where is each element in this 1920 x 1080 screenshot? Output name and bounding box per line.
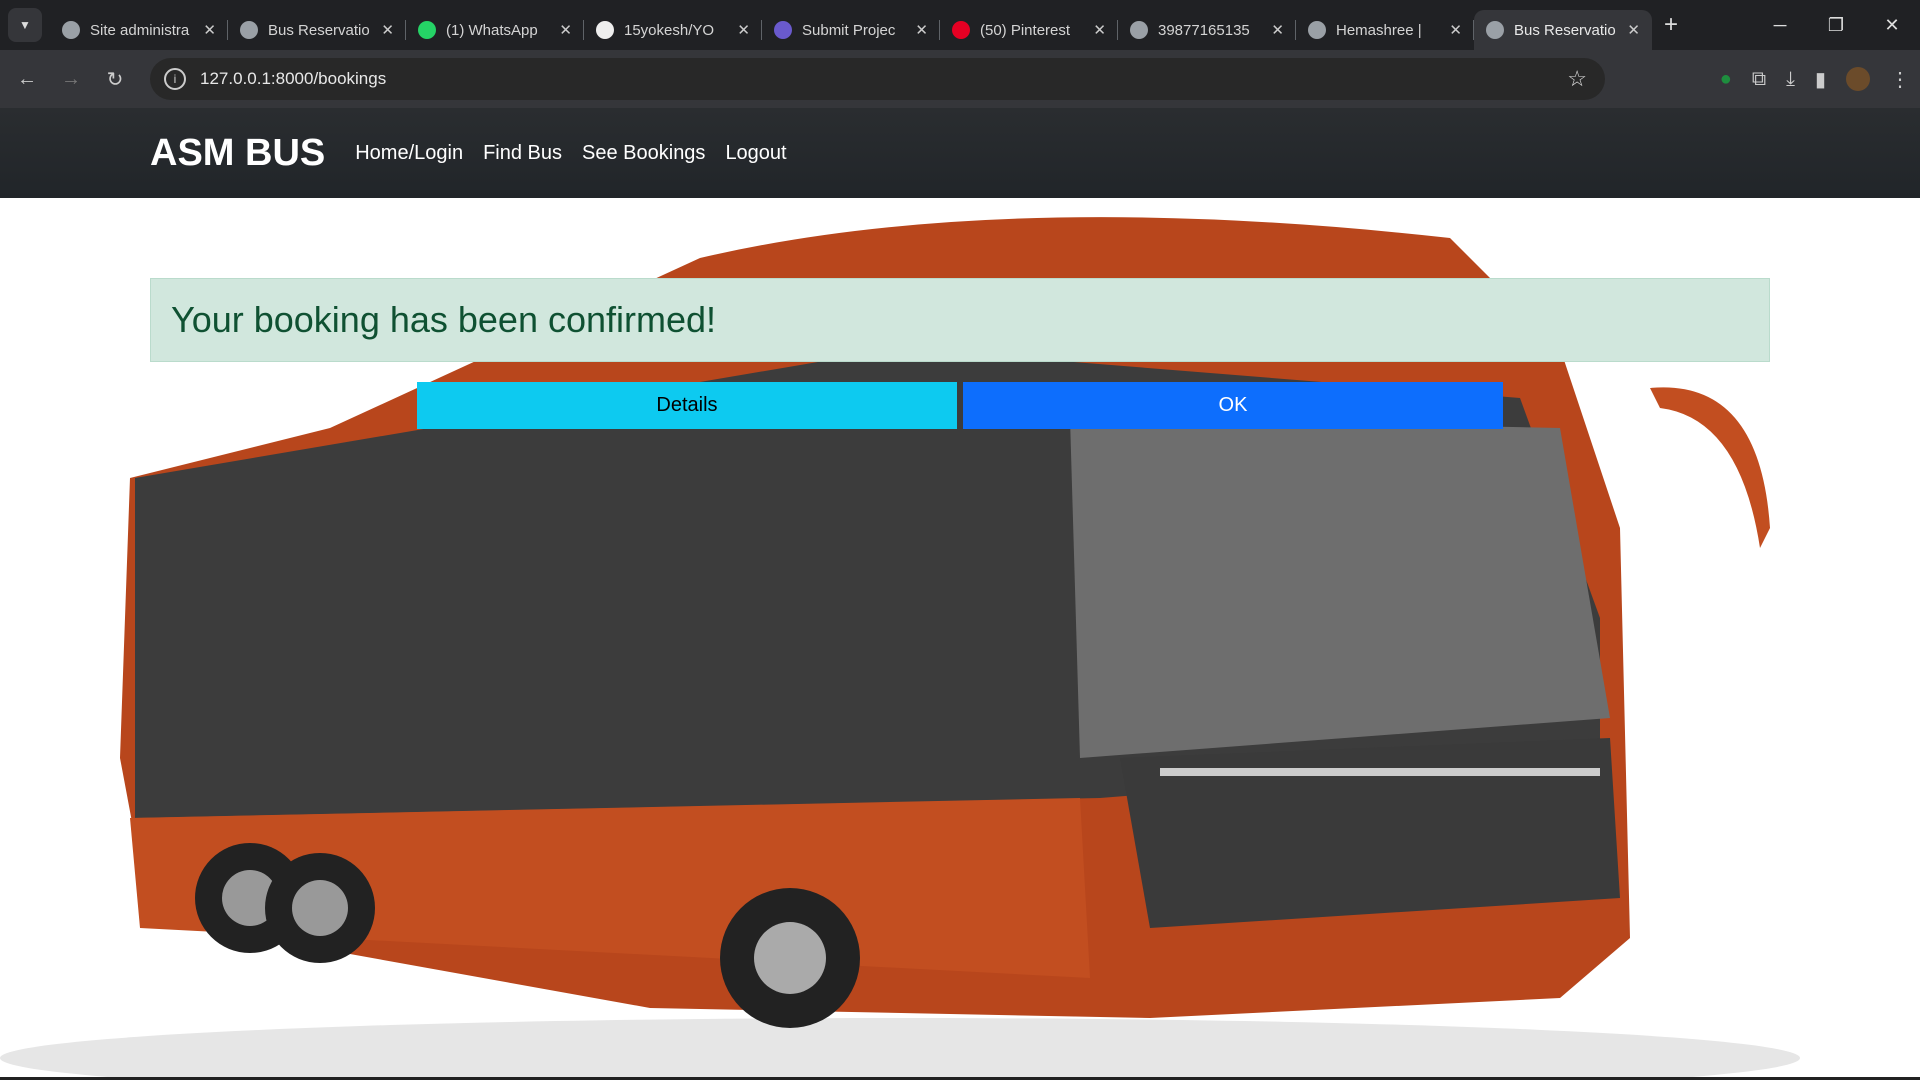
address-bar-row: ← → ↻ i 127.0.0.1:8000/bookings ☆ ● ⧉ ⤓ …: [0, 50, 1920, 108]
browser-tab[interactable]: (1) WhatsApp ✕: [406, 10, 584, 50]
tab-search-button[interactable]: ▼: [8, 8, 42, 42]
minimize-button[interactable]: ─: [1752, 15, 1808, 36]
extensions-puzzle-icon[interactable]: ⧉: [1752, 68, 1766, 91]
tab-title: Bus Reservatio: [268, 21, 370, 39]
details-button[interactable]: Details: [417, 382, 957, 429]
nav-home-login[interactable]: Home/Login: [355, 142, 463, 165]
side-panel-icon[interactable]: ▮: [1815, 67, 1826, 92]
globe-icon: [1486, 21, 1504, 39]
github-icon: [596, 21, 614, 39]
nav-logout[interactable]: Logout: [725, 142, 786, 165]
download-icon[interactable]: ⤓: [1786, 68, 1795, 91]
url-text: 127.0.0.1:8000/bookings: [200, 69, 387, 88]
brand-logo[interactable]: ASM BUS: [150, 132, 325, 175]
back-button[interactable]: ←: [5, 68, 49, 91]
site-info-icon[interactable]: i: [164, 68, 186, 90]
nav-see-bookings[interactable]: See Bookings: [582, 142, 705, 165]
globe-icon: [240, 21, 258, 39]
browser-tab[interactable]: Bus Reservatio ✕: [1474, 10, 1652, 50]
alert-message: Your booking has been confirmed!: [171, 299, 717, 340]
url-field[interactable]: i 127.0.0.1:8000/bookings ☆: [150, 58, 1605, 100]
tab-bar: ▼ Site administra ✕ Bus Reservatio ✕ (1) Wha…: [0, 0, 1920, 50]
tab-title: 39877165135: [1158, 21, 1250, 39]
browser-tab[interactable]: Site administra ✕: [50, 10, 228, 50]
close-tab-icon[interactable]: ✕: [1449, 21, 1462, 39]
browser-tab[interactable]: Bus Reservatio ✕: [228, 10, 406, 50]
android-extension-icon[interactable]: ●: [1720, 68, 1732, 91]
browser-tab[interactable]: (50) Pinterest ✕: [940, 10, 1118, 50]
bookmark-star-icon[interactable]: ☆: [1567, 66, 1587, 92]
window-controls: ─ ❐ ✕: [1752, 0, 1920, 50]
whatsapp-icon: [418, 21, 436, 39]
browser-tab[interactable]: 15yokesh/YO ✕: [584, 10, 762, 50]
close-tab-icon[interactable]: ✕: [203, 21, 216, 39]
tab-title: Hemashree |: [1336, 21, 1422, 39]
tab-title: Bus Reservatio: [1514, 21, 1616, 39]
close-tab-icon[interactable]: ✕: [737, 21, 750, 39]
close-tab-icon[interactable]: ✕: [915, 21, 928, 39]
restore-button[interactable]: ❐: [1808, 15, 1864, 36]
submit-icon: [774, 21, 792, 39]
new-tab-button[interactable]: +: [1664, 11, 1678, 39]
tab-title: Submit Projec: [802, 21, 896, 39]
ok-button[interactable]: OK: [963, 382, 1503, 429]
close-tab-icon[interactable]: ✕: [1627, 21, 1640, 39]
browser-tab[interactable]: 39877165135 ✕: [1118, 10, 1296, 50]
pinterest-icon: [952, 21, 970, 39]
page-content: Your booking has been confirmed! Details…: [0, 198, 1920, 1080]
tab-title: Site administra: [90, 21, 190, 39]
globe-icon: [62, 21, 80, 39]
close-tab-icon[interactable]: ✕: [1271, 21, 1284, 39]
booking-confirmed-alert: Your booking has been confirmed!: [150, 278, 1770, 362]
site-navbar: ASM BUS Home/Login Find Bus See Bookings…: [0, 108, 1920, 198]
tab-title: (50) Pinterest: [980, 21, 1071, 39]
forward-button[interactable]: →: [49, 68, 93, 91]
tab-title: (1) WhatsApp: [446, 21, 538, 39]
browser-tab[interactable]: Submit Projec ✕: [762, 10, 940, 50]
browser-tab[interactable]: Hemashree | ✕: [1296, 10, 1474, 50]
profile-avatar[interactable]: [1846, 67, 1870, 91]
globe-icon: [1130, 21, 1148, 39]
close-window-button[interactable]: ✕: [1864, 15, 1920, 36]
nav-find-bus[interactable]: Find Bus: [483, 142, 562, 165]
close-tab-icon[interactable]: ✕: [1093, 21, 1106, 39]
tab-title: 15yokesh/YO: [624, 21, 715, 39]
menu-kebab-icon[interactable]: ⋮: [1890, 67, 1910, 92]
close-tab-icon[interactable]: ✕: [381, 21, 394, 39]
extensions-area: ● ⧉ ⤓ ▮ ⋮: [1720, 50, 1910, 108]
reload-button[interactable]: ↻: [93, 67, 137, 92]
close-tab-icon[interactable]: ✕: [559, 21, 572, 39]
globe-icon: [1308, 21, 1326, 39]
